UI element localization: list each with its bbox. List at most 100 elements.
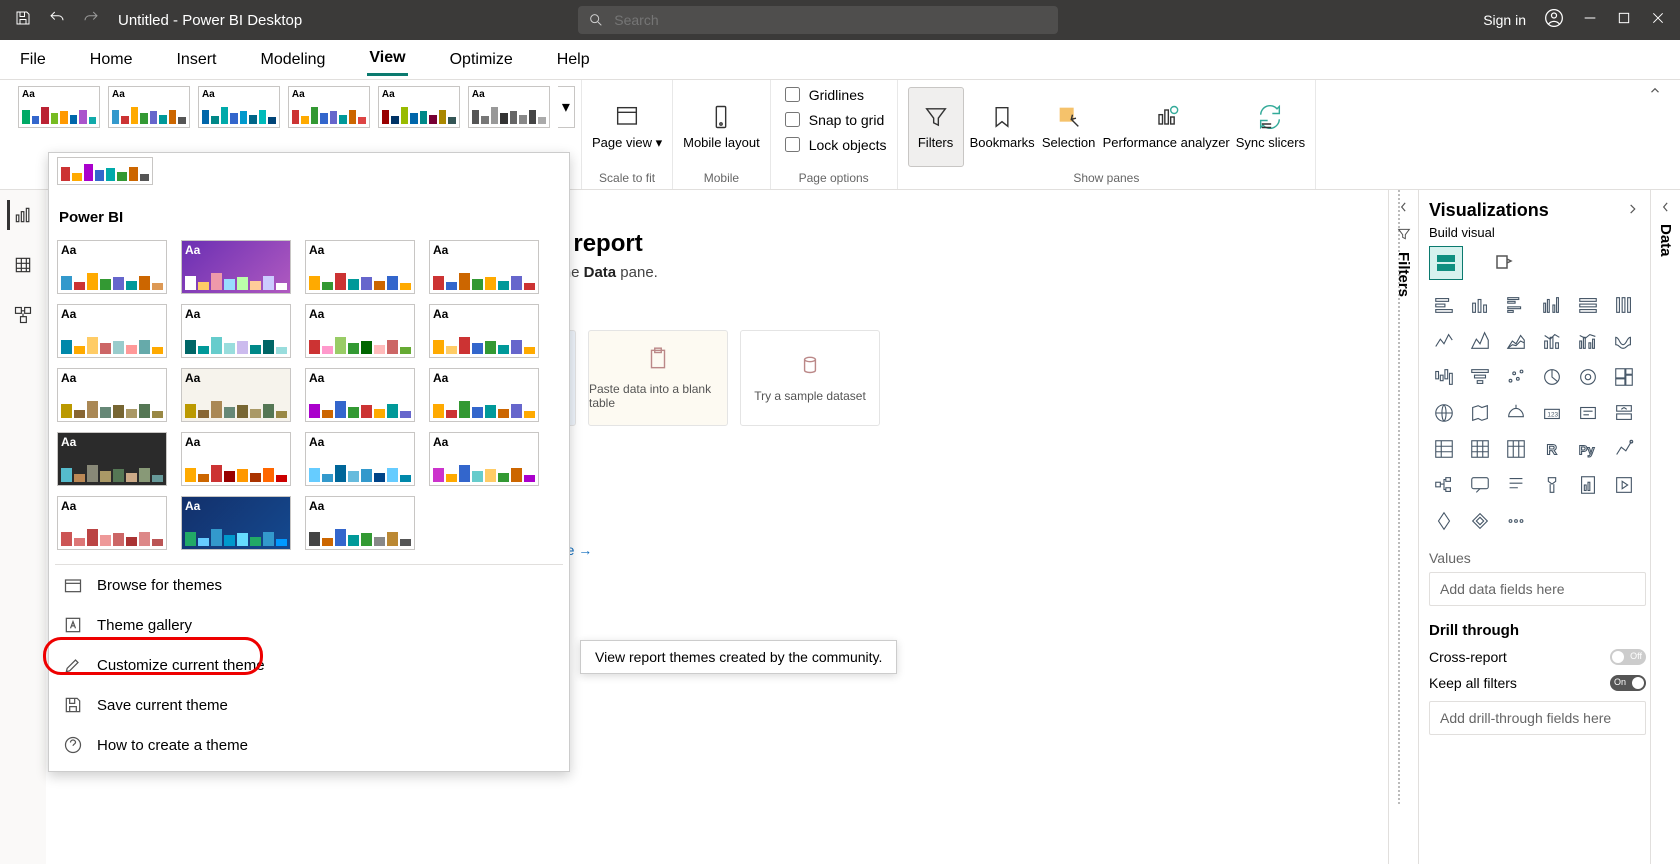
theme-thumb[interactable]: Aa [288, 86, 370, 128]
drill-through-field-well[interactable]: Add drill-through fields here [1429, 701, 1646, 735]
key-influencers-icon[interactable] [1609, 434, 1639, 464]
power-apps-icon[interactable] [1609, 470, 1639, 500]
r-visual-icon[interactable]: R [1537, 434, 1567, 464]
donut-chart-icon[interactable] [1573, 362, 1603, 392]
multi-row-card-icon[interactable] [1609, 398, 1639, 428]
save-current-theme[interactable]: Save current theme [55, 685, 563, 725]
browse-for-themes[interactable]: Browse for themes [55, 565, 563, 605]
expand-icon[interactable] [1626, 200, 1640, 221]
how-to-create-theme[interactable]: How to create a theme [55, 725, 563, 765]
search-box[interactable] [578, 6, 1058, 34]
theme-thumb[interactable]: Aa [57, 368, 167, 422]
tab-help[interactable]: Help [555, 45, 592, 75]
theme-thumb[interactable]: Aa [378, 86, 460, 128]
theme-thumb[interactable]: Aa [429, 368, 539, 422]
cross-report-toggle[interactable]: Off [1610, 649, 1646, 665]
theme-thumb[interactable]: Aa [429, 432, 539, 486]
pie-chart-icon[interactable] [1537, 362, 1567, 392]
report-view-icon[interactable] [7, 200, 37, 230]
tab-file[interactable]: File [18, 45, 48, 75]
tab-view[interactable]: View [367, 43, 407, 76]
page-view-button[interactable]: Page view ▾ [592, 87, 662, 167]
theme-thumb[interactable]: Aa [468, 86, 550, 128]
map-icon[interactable] [1429, 398, 1459, 428]
paginated-report-icon[interactable] [1573, 470, 1603, 500]
card-paste-data[interactable]: Paste data into a blank table [588, 330, 728, 426]
mobile-layout-button[interactable]: Mobile layout [683, 87, 760, 167]
model-view-icon[interactable] [8, 300, 38, 330]
theme-thumb[interactable]: Aa [18, 86, 100, 128]
table-icon[interactable] [1501, 434, 1531, 464]
selection-pane-button[interactable]: Selection [1041, 87, 1097, 167]
theme-thumb[interactable]: Aa [305, 304, 415, 358]
power-automate-icon[interactable] [1429, 506, 1459, 536]
line-column-icon[interactable] [1537, 326, 1567, 356]
goals-icon[interactable] [1537, 470, 1567, 500]
search-input[interactable] [612, 11, 1048, 29]
stacked-column-icon[interactable] [1465, 290, 1495, 320]
theme-thumb[interactable]: Aa [57, 496, 167, 550]
arcgis-icon[interactable] [1465, 506, 1495, 536]
treemap-icon[interactable] [1609, 362, 1639, 392]
card-visual-icon[interactable] [1573, 398, 1603, 428]
theme-gallery[interactable]: Theme gallery [55, 605, 563, 645]
theme-thumb[interactable]: Aa [181, 496, 291, 550]
waterfall-icon[interactable] [1429, 362, 1459, 392]
clustered-column-icon[interactable] [1537, 290, 1567, 320]
area-chart-icon[interactable] [1465, 326, 1495, 356]
customize-current-theme[interactable]: Customize current theme [55, 645, 563, 685]
theme-thumb[interactable]: Aa [305, 368, 415, 422]
theme-thumb[interactable]: Aa [181, 368, 291, 422]
azure-map-icon[interactable] [1501, 398, 1531, 428]
gridlines-checkbox[interactable]: Gridlines [781, 84, 864, 105]
build-visual-tab[interactable] [1429, 246, 1463, 280]
theme-thumb[interactable]: Aa [181, 304, 291, 358]
minimize-icon[interactable] [1582, 10, 1598, 31]
theme-thumb[interactable]: Aa [108, 86, 190, 128]
theme-thumb[interactable]: Aa [57, 432, 167, 486]
filters-pane-collapsed[interactable]: Filters [1388, 190, 1418, 864]
tab-modeling[interactable]: Modeling [258, 45, 327, 75]
theme-thumb[interactable]: Aa [305, 496, 415, 550]
save-icon[interactable] [14, 9, 32, 32]
snap-to-grid-checkbox[interactable]: Snap to grid [781, 109, 885, 130]
tab-optimize[interactable]: Optimize [448, 45, 515, 75]
format-visual-tab[interactable] [1487, 246, 1521, 280]
theme-thumb[interactable]: Aa [57, 304, 167, 358]
lock-objects-checkbox[interactable]: Lock objects [781, 134, 887, 155]
smart-narrative-icon[interactable] [1501, 470, 1531, 500]
card-sample-dataset[interactable]: Try a sample dataset [740, 330, 880, 426]
maximize-icon[interactable] [1616, 10, 1632, 31]
theme-thumb[interactable]: Aa [57, 240, 167, 294]
tab-insert[interactable]: Insert [174, 45, 218, 75]
filled-map-icon[interactable] [1465, 398, 1495, 428]
tab-home[interactable]: Home [88, 45, 135, 75]
undo-icon[interactable] [48, 9, 66, 32]
qa-visual-icon[interactable] [1465, 470, 1495, 500]
theme-thumb[interactable]: Aa [429, 304, 539, 358]
keep-filters-toggle[interactable]: On [1610, 675, 1646, 691]
bookmarks-pane-button[interactable]: Bookmarks [970, 87, 1035, 167]
sync-slicers-button[interactable]: Sync slicers [1236, 87, 1305, 167]
gauge-icon[interactable]: 123 [1537, 398, 1567, 428]
stacked-bar-icon[interactable] [1429, 290, 1459, 320]
close-icon[interactable] [1650, 10, 1666, 31]
python-visual-icon[interactable]: Py [1573, 434, 1603, 464]
funnel-chart-icon[interactable] [1465, 362, 1495, 392]
stacked-area-icon[interactable] [1501, 326, 1531, 356]
theme-thumb[interactable]: Aa [181, 432, 291, 486]
theme-thumb[interactable]: Aa [198, 86, 280, 128]
theme-thumb[interactable]: Aa [305, 432, 415, 486]
line-clustered-icon[interactable] [1573, 326, 1603, 356]
redo-icon[interactable] [82, 9, 100, 32]
theme-thumb-current[interactable] [57, 157, 153, 185]
ribbon-collapse-icon[interactable] [1648, 84, 1662, 101]
data-view-icon[interactable] [8, 250, 38, 280]
themes-dropdown[interactable]: ▾ [558, 86, 575, 128]
hundred-column-icon[interactable] [1609, 290, 1639, 320]
theme-thumb[interactable]: Aa [305, 240, 415, 294]
hundred-bar-icon[interactable] [1573, 290, 1603, 320]
values-field-well[interactable]: Add data fields here [1429, 572, 1646, 606]
decomposition-tree-icon[interactable] [1429, 470, 1459, 500]
data-pane-collapsed[interactable]: Data [1650, 190, 1680, 864]
